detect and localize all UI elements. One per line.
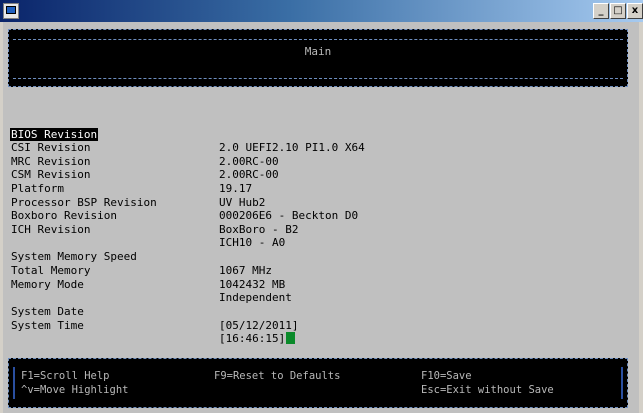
info-row-total-memory: Total Memory 1042432 MB <box>11 250 631 291</box>
info-row-system-memory-speed: System Memory Speed 1067 MHz <box>11 237 631 277</box>
info-row-processor-bsp-revision: Processor BSP Revision 000206E6 - Beckto… <box>11 182 631 223</box>
bios-info-list: BIOS Revision 2.0 UEFI2.10 PI1.0 X64 CSI… <box>10 114 631 345</box>
window-titlebar[interactable]: _ □ x <box>0 0 643 22</box>
help-reset-defaults: F9=Reset to Defaults <box>214 370 341 382</box>
system-date-field[interactable]: [05/12/2011] <box>219 319 298 333</box>
maximize-button[interactable]: □ <box>610 3 626 19</box>
info-value: 1042432 MB <box>219 277 286 291</box>
page-title: Main <box>304 45 332 58</box>
window-controls: _ □ x <box>593 3 643 19</box>
help-exit-without-save: Esc=Exit without Save <box>421 384 554 396</box>
info-label: Memory Mode <box>11 277 84 291</box>
info-row-bios-revision[interactable]: BIOS Revision 2.0 UEFI2.10 PI1.0 X64 <box>10 114 631 154</box>
system-time-field[interactable]: [16:46:15] <box>219 332 285 345</box>
info-label: ICH Revision <box>11 222 91 236</box>
info-row-boxboro-revision: Boxboro Revision BoxBoro - B2 <box>11 196 631 236</box>
help-scroll: F1=Scroll Help <box>21 370 110 382</box>
info-row-mrc-revision: MRC Revision 2.00RC-00 <box>11 141 631 182</box>
info-row-csm-revision: CSM Revision 19.17 <box>11 155 631 195</box>
help-footer: F1=Scroll Help ^v=Move Highlight F9=Rese… <box>8 358 628 408</box>
info-row-csi-revision: CSI Revision 2.00RC-00 <box>11 128 631 168</box>
system-date-row[interactable]: System Date [05/12/2011] <box>11 292 631 332</box>
header-panel: Main <box>8 29 628 87</box>
info-row-ich-revision: ICH Revision ICH10 - A0 <box>11 209 631 250</box>
window-frame-right <box>639 22 643 413</box>
info-value: BoxBoro - B2 <box>219 222 299 236</box>
minimize-button[interactable]: _ <box>593 3 609 19</box>
system-time-label: System Time <box>11 318 84 332</box>
help-move-highlight: ^v=Move Highlight <box>21 384 129 396</box>
text-cursor <box>286 332 296 345</box>
info-row-platform: Platform UV Hub2 <box>11 168 631 209</box>
app-icon[interactable] <box>3 3 19 19</box>
help-save: F10=Save <box>421 370 472 382</box>
system-time-row[interactable]: System Time [16:46:15] <box>11 305 631 345</box>
system-time-field-wrap[interactable]: [16:46:15] <box>219 332 296 346</box>
bios-screen: Main BIOS Revision 2.0 UEFI2.10 PI1.0 X6… <box>3 22 639 413</box>
close-button[interactable]: x <box>627 3 643 19</box>
info-row-memory-mode: Memory Mode Independent <box>11 264 631 305</box>
